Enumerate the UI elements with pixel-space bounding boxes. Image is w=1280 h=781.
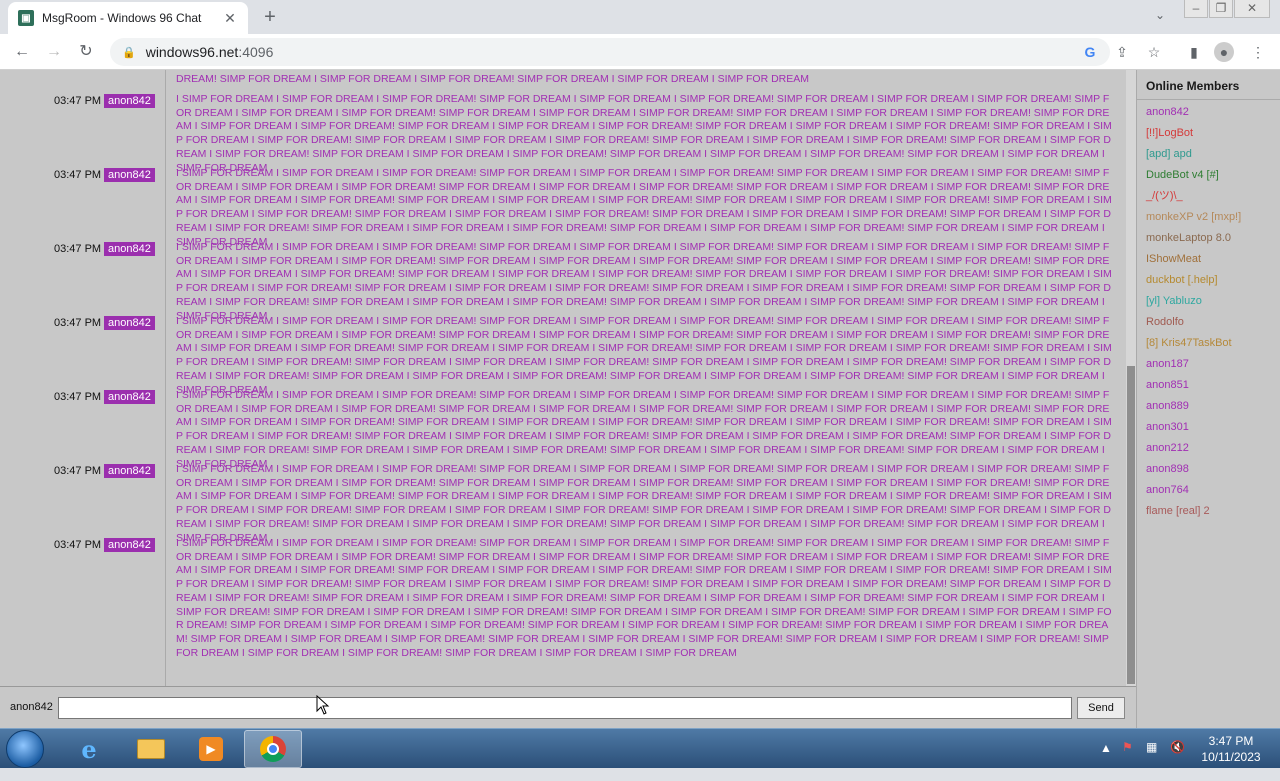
message-username-badge[interactable]: anon842 [104,316,155,330]
forward-icon[interactable]: → [42,40,66,64]
reload-icon[interactable]: ↻ [74,40,98,64]
message-text: I SIMP FOR DREAM I SIMP FOR DREAM I SIMP… [176,315,1112,396]
share-icon[interactable]: ⇪ [1112,42,1132,62]
member-item[interactable]: [!!]LogBot [1137,123,1280,144]
clock-date: 10/11/2023 [1201,750,1261,764]
message-list: DREAM! SIMP FOR DREAM I SIMP FOR DREAM I… [0,70,1126,686]
taskbar-chrome[interactable] [244,730,302,768]
close-tab-icon[interactable]: ✕ [222,10,238,26]
windows-taskbar: e ▶ ▲ ⚑ ▦ 🔇 3:47 PM 10/11/2023 [0,728,1280,768]
msgroom-favicon-icon: ▣ [18,10,34,26]
message-username-badge[interactable]: anon842 [104,94,155,108]
media-player-icon: ▶ [199,737,223,761]
message-text: I SIMP FOR DREAM I SIMP FOR DREAM I SIMP… [176,463,1112,544]
mouse-cursor-icon [316,695,330,715]
taskbar-internet-explorer[interactable]: e [60,730,118,768]
member-item[interactable]: [apd] apd [1137,144,1280,165]
taskbar-clock[interactable]: 3:47 PM 10/11/2023 [1196,733,1266,765]
message-username-badge[interactable]: anon842 [104,538,155,552]
url-host: windows96.net [145,44,239,60]
member-item[interactable]: monkeLaptop 8.0 [1137,228,1280,249]
address-bar[interactable]: 🔒 windows96.net:4096 [110,38,1110,66]
message-time: 03:47 PM [54,465,102,477]
member-item[interactable]: flame [real] 2 [1137,501,1280,522]
message-text: I SIMP FOR DREAM I SIMP FOR DREAM I SIMP… [176,93,1112,174]
msgroom-page: DREAM! SIMP FOR DREAM I SIMP FOR DREAM I… [0,70,1280,728]
google-icon[interactable]: G [1080,42,1100,62]
internet-explorer-icon: e [81,734,97,764]
side-panel-icon[interactable]: ▮ [1184,42,1204,62]
menu-dots-icon[interactable]: ⋮ [1248,42,1268,62]
message-username-badge[interactable]: anon842 [104,168,155,182]
member-item[interactable]: [yl] Yabluzo [1137,291,1280,312]
message-username-badge[interactable]: anon842 [104,242,155,256]
member-item[interactable]: anon889 [1137,396,1280,417]
message-time: 03:47 PM [54,317,102,329]
message-input[interactable] [58,697,1072,719]
new-tab-icon[interactable]: + [258,6,282,30]
profile-avatar-icon[interactable]: ● [1214,42,1234,62]
message-time: 03:47 PM [54,243,102,255]
message-time: 03:47 PM [54,391,102,403]
message-text: I SIMP FOR DREAM I SIMP FOR DREAM I SIMP… [176,537,1112,659]
member-list: anon842 [!!]LogBot [apd] apd DudeBot v4 [#]… [1137,100,1280,522]
member-item[interactable]: Rodolfo [1137,312,1280,333]
message-time: 03:47 PM [54,95,102,107]
bookmark-star-icon[interactable]: ☆ [1144,42,1164,62]
clock-time: 3:47 PM [1208,734,1254,748]
back-icon[interactable]: ← [10,40,34,64]
member-item[interactable]: anon187 [1137,354,1280,375]
chevron-down-icon[interactable]: ⌄ [1150,8,1170,28]
send-button[interactable]: Send [1077,697,1125,719]
lock-icon: 🔒 [122,46,136,59]
close-window-icon[interactable]: ✕ [1234,0,1270,18]
taskbar-media-player[interactable]: ▶ [182,730,240,768]
browser-tab[interactable]: ▣ MsgRoom - Windows 96 Chat ✕ [8,2,248,34]
start-button[interactable] [6,730,44,768]
url-port: :4096 [238,44,274,60]
volume-muted-icon[interactable]: 🔇 [1170,740,1185,780]
member-item[interactable]: anon842 [1137,102,1280,123]
member-item[interactable]: monkeXP v2 [mxp!] [1137,207,1280,228]
browser-toolbar: ← → ↻ 🔒 windows96.net:4096 G ⇪ ☆ ▮ ● ⋮ [0,34,1280,70]
restore-icon[interactable]: ❐ [1209,0,1233,18]
member-item[interactable]: anon851 [1137,375,1280,396]
message-text: I SIMP FOR DREAM I SIMP FOR DREAM I SIMP… [176,241,1112,322]
online-members-title: Online Members [1137,70,1280,100]
member-item[interactable]: IShowMeat [1137,249,1280,270]
current-nick[interactable]: anon842 [10,701,53,713]
network-icon[interactable]: ▦ [1146,740,1157,780]
message-text: I SIMP FOR DREAM I SIMP FOR DREAM I SIMP… [176,389,1112,470]
message-time: 03:47 PM [54,539,102,551]
message-text: DREAM! SIMP FOR DREAM I SIMP FOR DREAM I… [176,73,809,85]
chat-scrollbar-thumb[interactable] [1127,366,1135,684]
folder-icon [137,739,165,759]
time-column-divider [0,70,166,686]
member-item[interactable]: anon764 [1137,480,1280,501]
member-item[interactable]: [8] Kris47TaskBot [1137,333,1280,354]
taskbar-file-explorer[interactable] [122,730,180,768]
member-item[interactable]: _/(ツ)\_ [1137,186,1280,207]
member-item[interactable]: anon898 [1137,459,1280,480]
show-hidden-icons[interactable]: ▲ [1100,741,1112,781]
member-item[interactable]: anon212 [1137,438,1280,459]
member-item[interactable]: DudeBot v4 [#] [1137,165,1280,186]
member-item[interactable]: anon301 [1137,417,1280,438]
action-center-icon[interactable]: ⚑ [1122,740,1133,780]
minimize-icon[interactable]: – [1184,0,1208,18]
chrome-icon [260,736,286,762]
message-input-bar: anon842 Send [0,686,1136,728]
browser-tabstrip: ▣ MsgRoom - Windows 96 Chat ✕ + ⌄ – ❐ ✕ [0,0,1280,34]
message-username-badge[interactable]: anon842 [104,464,155,478]
message-time: 03:47 PM [54,169,102,181]
tab-title: MsgRoom - Windows 96 Chat [42,11,202,25]
member-item[interactable]: duckbot [.help] [1137,270,1280,291]
online-members-panel: Online Members anon842 [!!]LogBot [apd] ap… [1136,70,1280,728]
message-text: I SIMP FOR DREAM I SIMP FOR DREAM I SIMP… [176,167,1112,248]
message-username-badge[interactable]: anon842 [104,390,155,404]
